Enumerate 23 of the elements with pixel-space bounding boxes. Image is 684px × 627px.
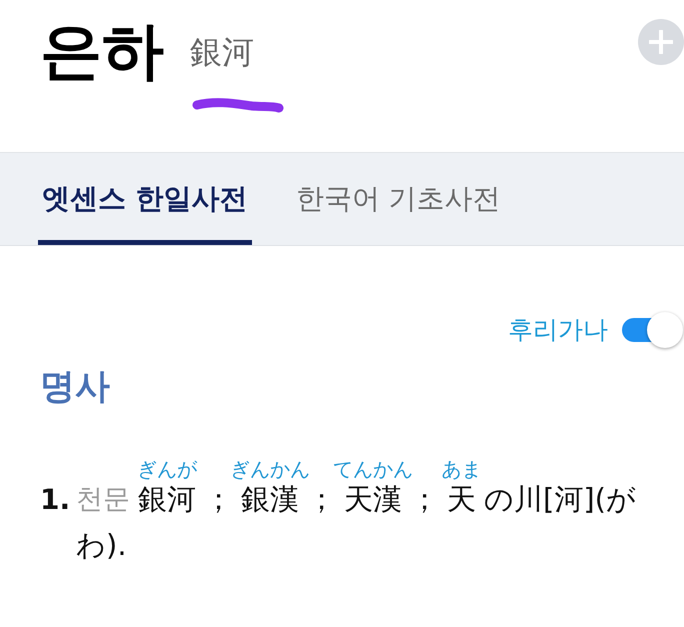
furigana-reading: てんかん	[333, 458, 413, 481]
japanese-text: ；	[307, 481, 336, 518]
hanja-text: 銀河	[190, 36, 255, 68]
japanese-text: 天漢	[344, 481, 402, 518]
furigana-label: 후리가나	[508, 315, 608, 345]
dictionary-tab[interactable]: 엣센스 한일사전	[38, 182, 252, 245]
furigana-reading: ぎんが	[137, 458, 197, 481]
headword-title: 은하	[40, 20, 164, 82]
sense-number: 1.	[40, 482, 72, 518]
japanese-text: の川[河](が	[484, 481, 636, 518]
japanese-text: 銀河	[138, 481, 196, 518]
japanese-text: 天	[447, 481, 476, 518]
domain-label: 천문	[76, 483, 130, 517]
japanese-text: 銀漢	[241, 481, 299, 518]
japanese-text: ；	[410, 481, 439, 518]
dictionary-tab[interactable]: 한국어 기초사전	[292, 182, 505, 245]
furigana-toggle[interactable]	[622, 312, 684, 348]
japanese-text: ；	[204, 481, 233, 518]
plus-icon	[649, 30, 673, 54]
furigana-reading: あま	[442, 458, 482, 481]
japanese-text: わ).	[76, 526, 127, 564]
furigana-reading: ぎんかん	[230, 458, 310, 481]
part-of-speech-heading: 명사	[40, 366, 110, 408]
